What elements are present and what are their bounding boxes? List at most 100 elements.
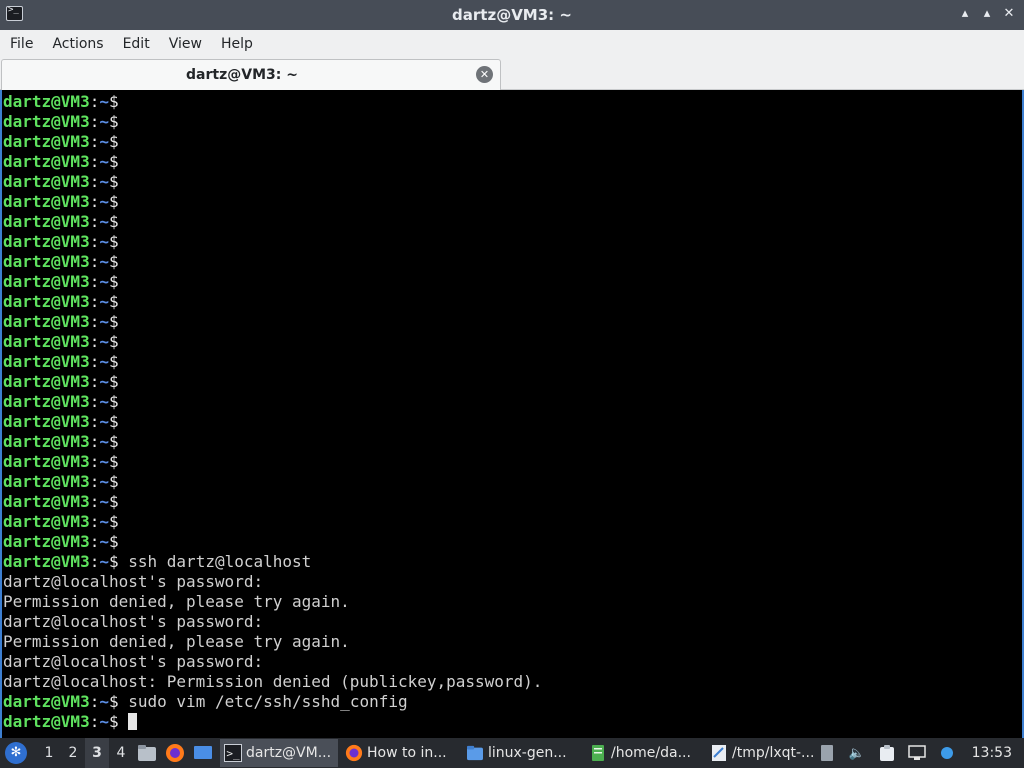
tab-terminal[interactable]: dartz@VM3: ~ ✕ (1, 59, 501, 90)
prompt-path: ~ (99, 152, 109, 171)
prompt-colon: : (89, 492, 100, 511)
menu-view[interactable]: View (169, 36, 202, 52)
document-icon (710, 744, 728, 762)
terminal-app-icon[interactable] (6, 5, 23, 21)
task-document[interactable]: /tmp/lxqt-... (706, 739, 820, 767)
prompt-colon: : (89, 372, 100, 391)
update-icon[interactable] (936, 742, 958, 764)
prompt-path: ~ (99, 172, 109, 191)
terminal-line: dartz@VM3:~$ (3, 212, 542, 232)
terminal-output: dartz@VM3:~$ dartz@VM3:~$ dartz@VM3:~$ dart… (3, 92, 542, 732)
minimize-icon[interactable]: ▴ (958, 5, 972, 23)
terminal-line: dartz@VM3:~$ (3, 532, 542, 552)
prompt-path: ~ (99, 272, 109, 291)
menu-edit[interactable]: Edit (123, 36, 150, 52)
terminal-line: dartz@VM3:~$ (3, 512, 542, 532)
task-terminal[interactable]: >_ dartz@VM... (220, 739, 338, 767)
terminal-line: dartz@VM3:~$ (3, 192, 542, 212)
clock[interactable]: 13:53 (972, 745, 1012, 761)
menu-file[interactable]: File (10, 36, 33, 52)
prompt-colon: : (89, 392, 100, 411)
clipboard-icon[interactable] (876, 742, 898, 764)
workspace-3[interactable]: 3 (85, 738, 109, 768)
prompt-user-host: dartz@VM3 (3, 432, 90, 451)
prompt-user-host: dartz@VM3 (3, 472, 90, 491)
terminal-line: dartz@VM3:~$ (3, 92, 542, 112)
terminal-line: dartz@VM3:~$ (3, 492, 542, 512)
terminal-line: dartz@VM3:~$ ssh dartz@localhost (3, 552, 542, 572)
task-text-editor[interactable]: /home/da... (585, 739, 703, 767)
output-text: Permission denied, please try again. (3, 632, 350, 651)
prompt-symbol: $ (108, 132, 119, 151)
output-text: dartz@localhost: Permission denied (publ… (3, 672, 543, 691)
prompt-path: ~ (99, 412, 109, 431)
task-folder[interactable]: linux-gen... (462, 739, 582, 767)
maximize-icon[interactable]: ▴ (980, 5, 994, 23)
prompt-symbol: $ (108, 432, 119, 451)
workspace-4[interactable]: 4 (109, 738, 133, 768)
volume-icon[interactable]: 🔈 (846, 742, 868, 764)
terminal-line: dartz@localhost's password: (3, 652, 542, 672)
task-document-label: /tmp/lxqt-... (732, 745, 815, 761)
prompt-colon: : (89, 292, 100, 311)
prompt-symbol: $ (108, 532, 119, 551)
task-folder-label: linux-gen... (488, 745, 567, 761)
desktop-icon[interactable] (191, 741, 215, 765)
start-menu-icon[interactable]: ✻ (5, 742, 27, 764)
terminal-view[interactable]: dartz@VM3:~$ dartz@VM3:~$ dartz@VM3:~$ dart… (0, 90, 1024, 738)
terminal-line: dartz@VM3:~$ (3, 712, 542, 732)
prompt-colon: : (89, 152, 100, 171)
prompt-path: ~ (99, 392, 109, 411)
terminal-cursor[interactable] (128, 713, 138, 730)
prompt-user-host: dartz@VM3 (3, 192, 90, 211)
terminal-icon: >_ (224, 744, 242, 762)
menu-actions[interactable]: Actions (52, 36, 103, 52)
menu-help[interactable]: Help (221, 36, 253, 52)
network-icon[interactable] (906, 742, 928, 764)
prompt-colon: : (89, 272, 100, 291)
prompt-colon: : (89, 132, 100, 151)
prompt-path: ~ (99, 252, 109, 271)
taskbar: ✻ 1 2 3 4 >_ dartz@VM... How to in... li… (0, 738, 1024, 768)
task-firefox[interactable]: How to in... (341, 739, 459, 767)
notes-icon[interactable] (816, 742, 838, 764)
workspace-1[interactable]: 1 (37, 738, 61, 768)
terminal-line: Permission denied, please try again. (3, 592, 542, 612)
prompt-path: ~ (99, 692, 109, 711)
tab-close-icon[interactable]: ✕ (476, 66, 493, 83)
terminal-line: dartz@localhost's password: (3, 612, 542, 632)
prompt-path: ~ (99, 372, 109, 391)
terminal-line: dartz@VM3:~$ (3, 172, 542, 192)
prompt-user-host: dartz@VM3 (3, 172, 90, 191)
terminal-line: dartz@VM3:~$ (3, 412, 542, 432)
prompt-user-host: dartz@VM3 (3, 392, 90, 411)
prompt-symbol: $ (108, 152, 119, 171)
window-titlebar[interactable]: dartz@VM3: ~ ▴ ▴ ✕ (0, 0, 1024, 30)
command-text: sudo vim /etc/ssh/sshd_config (118, 692, 408, 711)
prompt-symbol: $ (108, 192, 119, 211)
output-text: Permission denied, please try again. (3, 592, 350, 611)
prompt-user-host: dartz@VM3 (3, 452, 90, 471)
prompt-path: ~ (99, 552, 109, 571)
terminal-scrollbar[interactable] (1014, 90, 1022, 738)
tab-label: dartz@VM3: ~ (186, 67, 298, 83)
prompt-user-host: dartz@VM3 (3, 412, 90, 431)
prompt-path: ~ (99, 432, 109, 451)
prompt-colon: : (89, 92, 100, 111)
workspace-2[interactable]: 2 (61, 738, 85, 768)
close-icon[interactable]: ✕ (1002, 5, 1016, 23)
terminal-line: dartz@VM3:~$ (3, 112, 542, 132)
file-manager-icon[interactable] (135, 741, 159, 765)
firefox-icon[interactable] (163, 741, 187, 765)
prompt-user-host: dartz@VM3 (3, 232, 90, 251)
terminal-line: Permission denied, please try again. (3, 632, 542, 652)
prompt-symbol: $ (108, 472, 119, 491)
prompt-symbol: $ (108, 292, 119, 311)
command-text: ssh dartz@localhost (118, 552, 312, 571)
prompt-colon: : (89, 332, 100, 351)
prompt-symbol: $ (108, 352, 119, 371)
prompt-symbol: $ (108, 552, 119, 571)
terminal-line: dartz@VM3:~$ sudo vim /etc/ssh/sshd_conf… (3, 692, 542, 712)
prompt-colon: : (89, 172, 100, 191)
prompt-symbol: $ (108, 712, 119, 731)
